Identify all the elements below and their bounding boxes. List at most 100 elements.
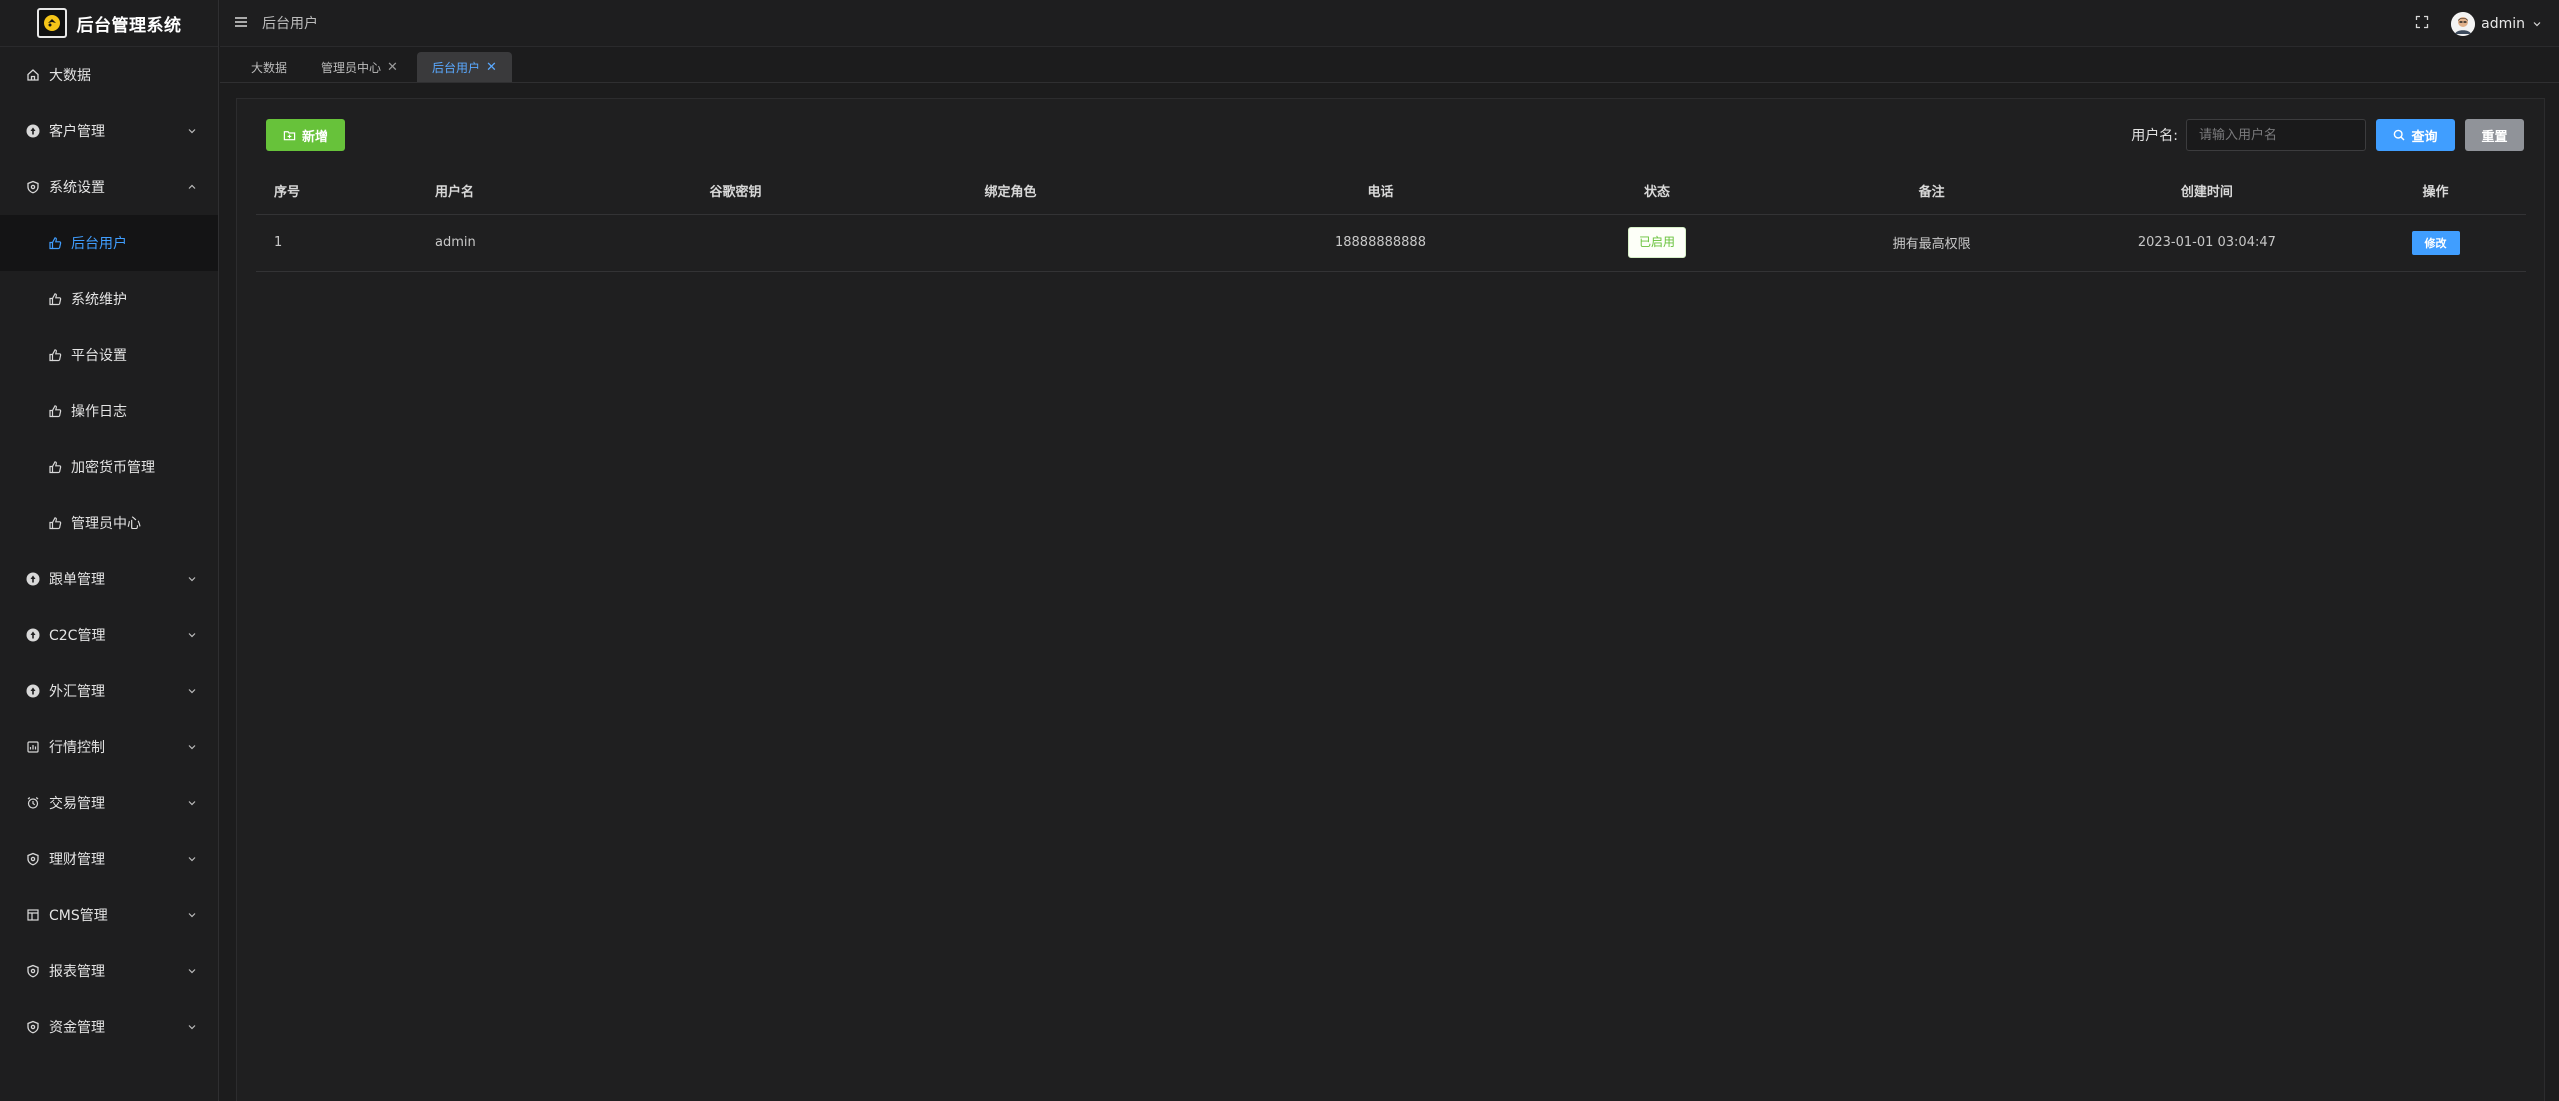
cell-status: 已启用 bbox=[1519, 214, 1795, 272]
cell-google-key bbox=[691, 214, 967, 272]
sidebar-item-cms[interactable]: CMS管理 bbox=[0, 887, 218, 943]
cell-created: 2023-01-01 03:04:47 bbox=[2068, 214, 2346, 272]
sidebar-item-c2c[interactable]: C2C管理 bbox=[0, 607, 218, 663]
sidebar-item-label: 系统设置 bbox=[49, 180, 105, 196]
thumb-icon bbox=[47, 291, 63, 307]
sidebar-item-system-maintenance[interactable]: 系统维护 bbox=[0, 271, 218, 327]
reset-button[interactable]: 重置 bbox=[2465, 119, 2524, 151]
sidebar-item-label: 管理员中心 bbox=[71, 516, 141, 532]
chevron-down-icon bbox=[2533, 21, 2541, 26]
chevron-up-icon bbox=[188, 184, 196, 189]
sidebar-item-label: 平台设置 bbox=[71, 348, 127, 364]
query-button[interactable]: 查询 bbox=[2376, 119, 2455, 151]
table-row: 1 admin 18888888888 已启用 拥有最高权限 2023-01-0… bbox=[256, 214, 2526, 272]
user-menu[interactable]: admin bbox=[2451, 11, 2543, 36]
column-header: 谷歌密钥 bbox=[691, 167, 967, 215]
add-button[interactable]: 新增 bbox=[266, 119, 345, 151]
app-title: 后台管理系统 bbox=[76, 15, 182, 36]
tab-admin-center[interactable]: 管理员中心 ✕ bbox=[306, 52, 413, 82]
sidebar-item-platform-settings[interactable]: 平台设置 bbox=[0, 327, 218, 383]
sidebar: 后台管理系统 大数据 客户管理 系统设置 后台用户 系统维护 平台设置 操作日志… bbox=[0, 0, 219, 1101]
sidebar-item-label: 客户管理 bbox=[49, 124, 105, 140]
admin-users-table: 序号 用户名 谷歌密钥 绑定角色 电话 状态 备注 创建时间 操作 1 admi… bbox=[256, 167, 2526, 272]
chevron-down-icon bbox=[188, 129, 196, 134]
sidebar-item-label: 操作日志 bbox=[71, 404, 127, 420]
content-card: 新增 用户名: 查询 重置 bbox=[236, 98, 2545, 1101]
chevron-down-icon bbox=[188, 969, 196, 974]
alarm-clock-icon bbox=[25, 795, 41, 811]
table-header-row: 序号 用户名 谷歌密钥 绑定角色 电话 状态 备注 创建时间 操作 bbox=[256, 167, 2526, 215]
user-name: admin bbox=[2481, 15, 2525, 32]
add-button-label: 新增 bbox=[301, 129, 328, 145]
sidebar-item-trading[interactable]: 交易管理 bbox=[0, 775, 218, 831]
sidebar-item-big-data[interactable]: 大数据 bbox=[0, 47, 218, 103]
cell-index: 1 bbox=[256, 214, 418, 272]
cell-username: admin bbox=[417, 214, 692, 272]
sidebar-item-admin-users[interactable]: 后台用户 bbox=[0, 215, 218, 271]
sidebar-item-system-settings[interactable]: 系统设置 bbox=[0, 159, 218, 215]
tab-label: 管理员中心 bbox=[321, 60, 382, 75]
sidebar-item-reports[interactable]: 报表管理 bbox=[0, 943, 218, 999]
chevron-down-icon bbox=[188, 1025, 196, 1030]
tab-big-data[interactable]: 大数据 bbox=[236, 52, 302, 82]
close-icon[interactable]: ✕ bbox=[486, 60, 497, 75]
chevron-down-icon bbox=[188, 745, 196, 750]
sidebar-item-label: 跟单管理 bbox=[49, 572, 105, 588]
sidebar-item-customer[interactable]: 客户管理 bbox=[0, 103, 218, 159]
logo-icon bbox=[36, 8, 67, 38]
close-icon[interactable]: ✕ bbox=[387, 60, 398, 75]
sidebar-item-label: 理财管理 bbox=[49, 852, 105, 868]
sidebar-item-label: CMS管理 bbox=[49, 908, 108, 924]
column-header: 用户名 bbox=[417, 167, 692, 215]
search-icon bbox=[2394, 129, 2405, 141]
search-label: 用户名: bbox=[2131, 128, 2178, 144]
chevron-down-icon bbox=[188, 857, 196, 862]
home-icon bbox=[25, 67, 41, 83]
sidebar-item-label: C2C管理 bbox=[49, 628, 106, 644]
sidebar-item-operation-log[interactable]: 操作日志 bbox=[0, 383, 218, 439]
reset-button-label: 重置 bbox=[2481, 129, 2508, 145]
status-badge: 已启用 bbox=[1628, 227, 1687, 258]
fullscreen-icon[interactable] bbox=[2415, 14, 2429, 33]
column-header: 电话 bbox=[1241, 167, 1520, 215]
tab-label: 大数据 bbox=[251, 60, 288, 75]
sidebar-item-label: 交易管理 bbox=[49, 796, 105, 812]
column-header: 创建时间 bbox=[2068, 167, 2346, 215]
toolbar: 新增 用户名: 查询 重置 bbox=[266, 119, 2524, 152]
sidebar-item-wealth[interactable]: 理财管理 bbox=[0, 831, 218, 887]
username-search-input[interactable] bbox=[2186, 119, 2366, 151]
logo[interactable]: 后台管理系统 bbox=[0, 0, 218, 47]
upload-circle-icon bbox=[25, 123, 41, 139]
cell-remark: 拥有最高权限 bbox=[1794, 214, 2069, 272]
column-header: 备注 bbox=[1794, 167, 2069, 215]
sidebar-item-label: 加密货币管理 bbox=[71, 460, 155, 476]
tab-label: 后台用户 bbox=[431, 60, 480, 75]
column-header: 操作 bbox=[2345, 167, 2526, 215]
edit-button[interactable]: 修改 bbox=[2411, 230, 2460, 255]
top-header: 后台用户 admin bbox=[220, 0, 2559, 47]
shield-icon bbox=[25, 179, 41, 195]
sidebar-item-crypto-management[interactable]: 加密货币管理 bbox=[0, 439, 218, 495]
sidebar-item-market-control[interactable]: 行情控制 bbox=[0, 719, 218, 775]
chart-box-icon bbox=[25, 739, 41, 755]
tab-bar: 大数据 管理员中心 ✕ 后台用户 ✕ bbox=[220, 48, 2559, 83]
sidebar-item-label: 后台用户 bbox=[71, 236, 127, 252]
sidebar-item-label: 资金管理 bbox=[49, 1020, 105, 1036]
sidebar-item-admin-center[interactable]: 管理员中心 bbox=[0, 495, 218, 551]
cell-role bbox=[966, 214, 1242, 272]
tab-admin-users[interactable]: 后台用户 ✕ bbox=[416, 52, 512, 82]
sidebar-item-label: 外汇管理 bbox=[49, 684, 105, 700]
thumb-icon bbox=[47, 347, 63, 363]
menu-toggle-icon[interactable] bbox=[234, 15, 250, 31]
sidebar-item-forex[interactable]: 外汇管理 bbox=[0, 663, 218, 719]
column-header: 绑定角色 bbox=[966, 167, 1242, 215]
sidebar-item-label: 报表管理 bbox=[49, 964, 105, 980]
thumb-icon bbox=[47, 459, 63, 475]
sidebar-item-copy-trading[interactable]: 跟单管理 bbox=[0, 551, 218, 607]
breadcrumb: 后台用户 bbox=[262, 16, 318, 32]
column-header: 状态 bbox=[1519, 167, 1795, 215]
sidebar-item-label: 系统维护 bbox=[71, 292, 127, 308]
sidebar-item-funds[interactable]: 资金管理 bbox=[0, 999, 218, 1055]
search-form: 用户名: 查询 重置 bbox=[2131, 119, 2524, 151]
upload-circle-icon bbox=[25, 571, 41, 587]
